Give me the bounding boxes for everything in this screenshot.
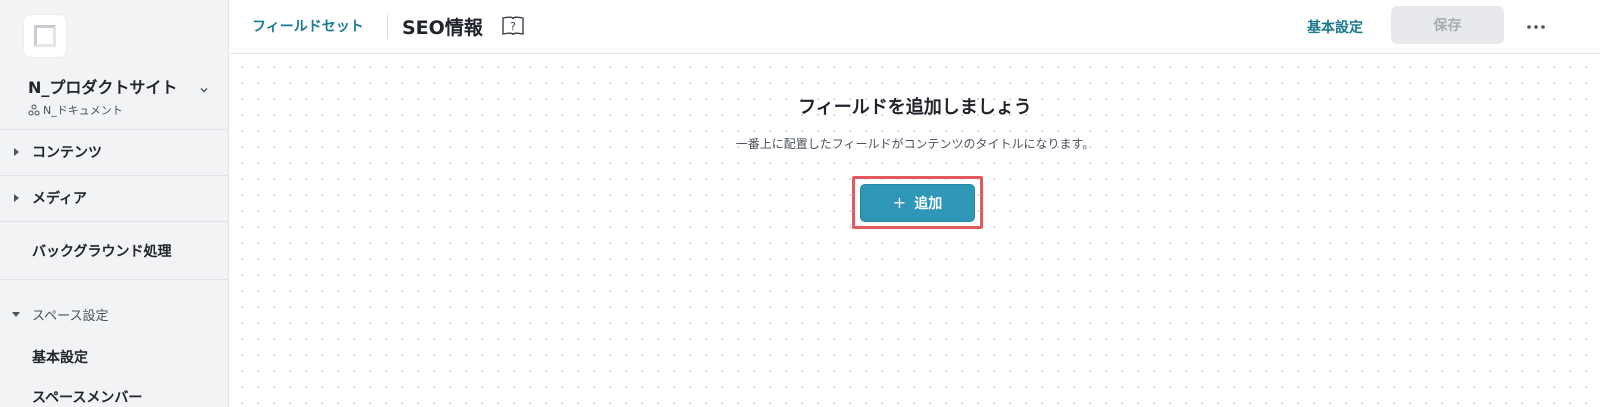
save-button[interactable]: 保存: [1391, 6, 1504, 44]
add-field-label: 追加: [914, 196, 943, 212]
space-sub: N_ドキュメント: [28, 102, 218, 118]
breadcrumb-fieldset[interactable]: フィールドセット: [252, 16, 364, 36]
sidebar-item-label: メディア: [32, 191, 88, 207]
sidebar-item-contents[interactable]: コンテンツ: [0, 130, 228, 174]
sidebar-item-label: スペースメンバー: [32, 390, 143, 406]
help-icon[interactable]: ?: [500, 14, 526, 38]
sidebar-section-label: スペース設定: [32, 308, 109, 324]
basic-settings-link[interactable]: 基本設定: [1307, 17, 1363, 37]
sidebar-section-space-settings[interactable]: スペース設定: [0, 292, 228, 336]
chevron-down-icon[interactable]: [198, 84, 210, 96]
header-divider: [387, 15, 388, 39]
space-switcher[interactable]: N_プロダクトサイト N_ドキュメント: [28, 74, 218, 118]
sidebar: N_プロダクトサイト N_ドキュメント コンテンツ メディア バックグラウンド処…: [0, 0, 229, 407]
divider: [0, 221, 228, 222]
sidebar-item-label: 基本設定: [32, 350, 88, 366]
space-logo-icon[interactable]: [24, 15, 66, 57]
more-options-icon[interactable]: [1523, 14, 1549, 40]
empty-state-description: 一番上に配置したフィールドがコンテンツのタイトルになります。: [735, 137, 1095, 151]
sidebar-item-space-members[interactable]: スペースメンバー: [0, 375, 228, 407]
plus-icon: +: [892, 193, 907, 212]
caret-right-icon: [14, 194, 19, 202]
sidebar-item-basic-settings[interactable]: 基本設定: [0, 335, 228, 379]
add-field-button[interactable]: + 追加: [860, 184, 975, 222]
caret-down-icon: [12, 312, 20, 317]
sidebar-item-background-jobs[interactable]: バックグラウンド処理: [0, 229, 228, 273]
empty-state-title: フィールドを追加しましょう: [798, 97, 1032, 118]
page-title: SEO情報: [402, 17, 483, 39]
organization-icon: [28, 104, 40, 116]
divider: [0, 279, 228, 280]
space-name: N_プロダクトサイト: [28, 78, 178, 97]
top-header: フィールドセット SEO情報 ? 基本設定 保存: [230, 0, 1600, 54]
field-canvas: フィールドを追加しましょう 一番上に配置したフィールドがコンテンツのタイトルにな…: [230, 55, 1600, 407]
space-sub-label: N_ドキュメント: [43, 104, 123, 117]
sidebar-item-label: バックグラウンド処理: [32, 244, 172, 260]
add-button-highlight: + 追加: [852, 176, 983, 229]
sidebar-item-media[interactable]: メディア: [0, 176, 228, 220]
sidebar-item-label: コンテンツ: [32, 145, 102, 161]
svg-text:?: ?: [510, 20, 516, 33]
caret-right-icon: [14, 148, 19, 156]
